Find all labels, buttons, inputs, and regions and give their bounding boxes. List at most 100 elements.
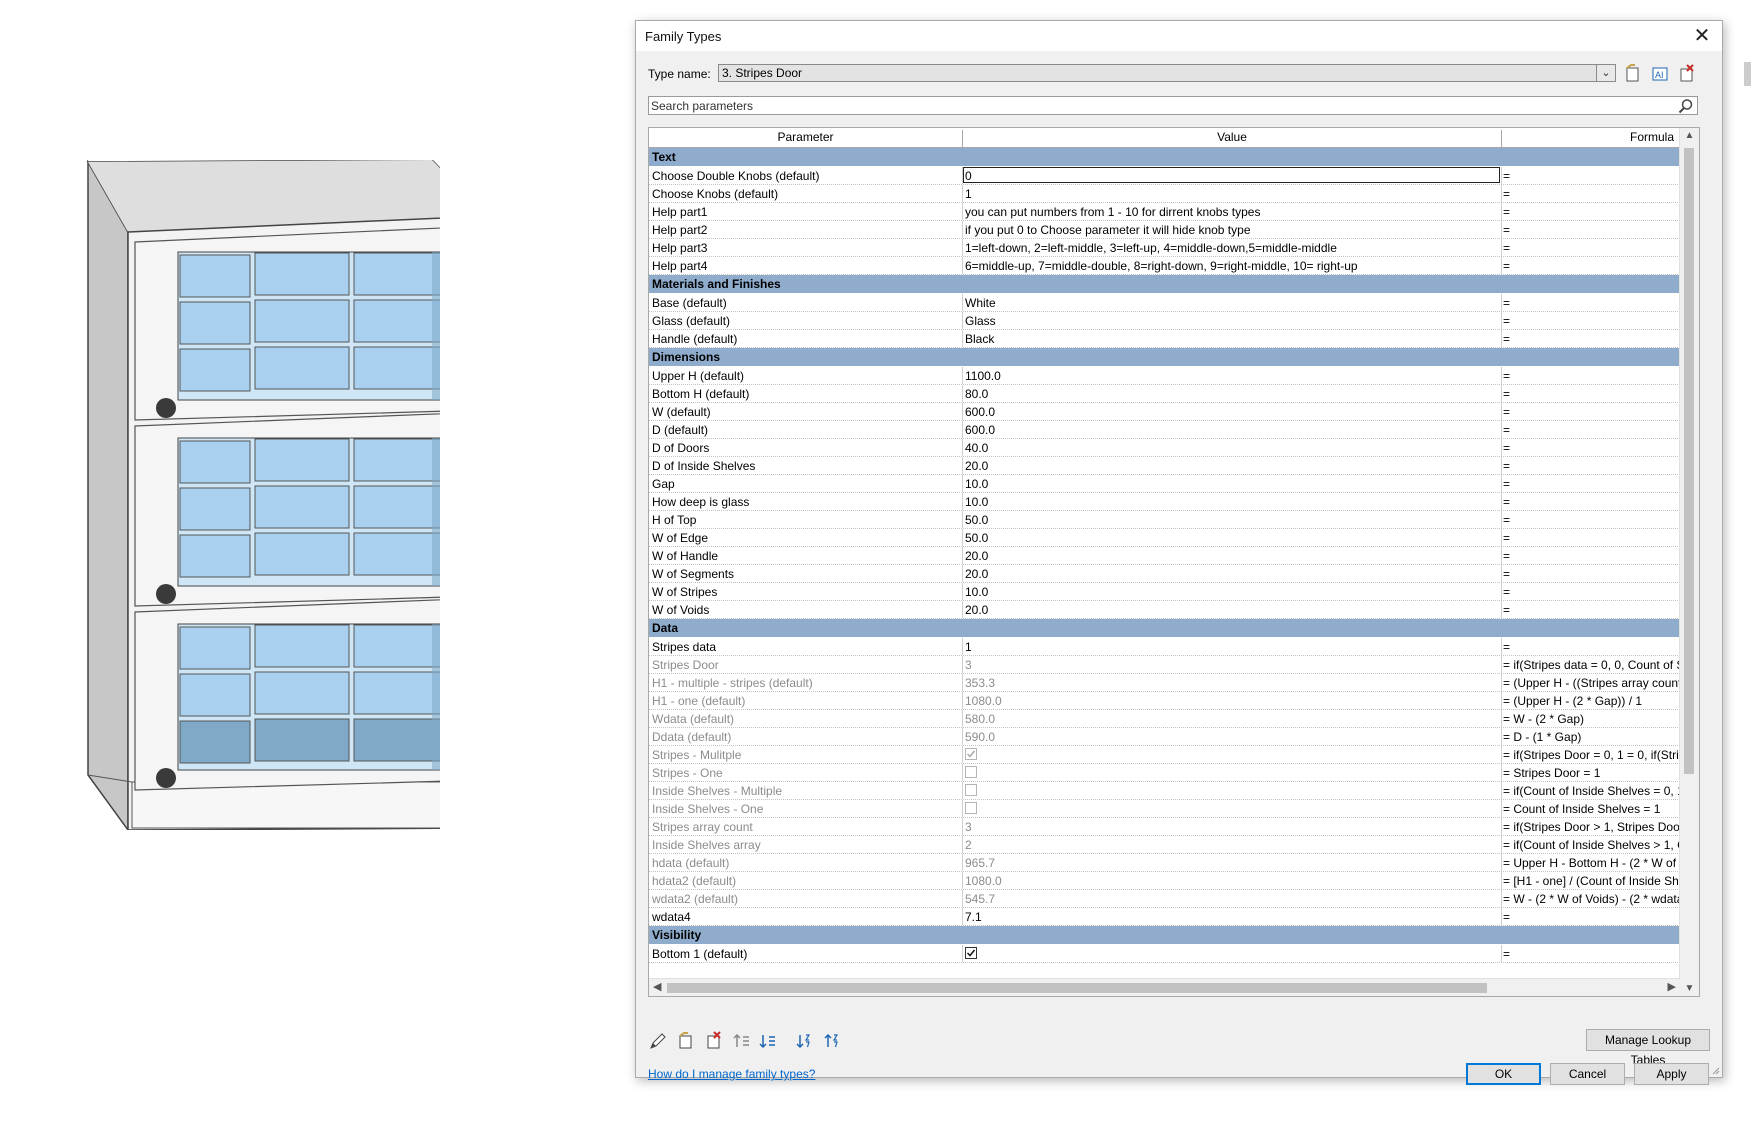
table-row[interactable]: W of Segments 20.0 =	[649, 565, 1680, 583]
group-header-dimensions[interactable]: Dimensions	[649, 348, 1680, 367]
type-name-label: Type name:	[648, 67, 711, 81]
table-row[interactable]: W of Voids 20.0 =	[649, 601, 1680, 619]
table-row[interactable]: Inside Shelves - Multiple = if(Count of …	[649, 782, 1680, 800]
table-row[interactable]: Inside Shelves - One = Count of Inside S…	[649, 800, 1680, 818]
checkbox-checked[interactable]	[965, 947, 977, 959]
table-row[interactable]: hdata2 (default) 1080.0 = [H1 - one] / (Co…	[649, 872, 1680, 890]
table-row[interactable]: Gap 10.0 =	[649, 475, 1680, 493]
checkbox-unchecked[interactable]	[965, 766, 977, 778]
table-row[interactable]: D of Doors 40.0 =	[649, 439, 1680, 457]
help-link[interactable]: How do I manage family types?	[648, 1067, 815, 1081]
table-row[interactable]: Stripes Door 3 = if(Stripes data = 0, 0, C…	[649, 656, 1680, 674]
table-row[interactable]: W of Handle 20.0 =	[649, 547, 1680, 565]
ok-button[interactable]: OK	[1466, 1063, 1541, 1085]
table-row[interactable]: W of Edge 50.0 =	[649, 529, 1680, 547]
search-parameters-field[interactable]	[648, 96, 1698, 115]
table-row[interactable]: H1 - multiple - stripes (default) 353.3 = …	[649, 674, 1680, 692]
delete-type-icon[interactable]	[1676, 63, 1698, 85]
table-row[interactable]: wdata4 7.1 =	[649, 908, 1680, 926]
type-name-value: 3. Stripes Door	[722, 66, 803, 80]
table-row[interactable]: Choose Double Knobs (default) 0 =	[649, 167, 1680, 185]
background-window-edge	[1744, 62, 1751, 86]
manage-lookup-tables-button[interactable]: Manage Lookup Tables	[1586, 1029, 1710, 1067]
parameters-grid: Parameter Value Formula Text Choose Doub…	[648, 127, 1700, 997]
horizontal-scrollbar[interactable]: ◀ ▶	[649, 978, 1680, 996]
table-row[interactable]: Help part3 1=left-down, 2=left-middle, 3=…	[649, 239, 1680, 257]
table-row[interactable]: Stripes array count 3 = if(Stripes Door > …	[649, 818, 1680, 836]
dialog-title: Family Types	[645, 29, 722, 44]
table-row[interactable]: Help part4 6=middle-up, 7=middle-double, …	[649, 257, 1680, 275]
header-value[interactable]: Value	[963, 130, 1501, 144]
table-row[interactable]: D of Inside Shelves 20.0 =	[649, 457, 1680, 475]
search-input[interactable]	[651, 97, 1671, 114]
cabinet-door-1	[134, 227, 440, 421]
sort-ascending-icon[interactable]	[794, 1031, 814, 1051]
table-row[interactable]: Wdata (default) 580.0 = W - (2 * Gap)	[649, 710, 1680, 728]
table-row[interactable]: wdata2 (default) 545.7 = W - (2 * W of Voi…	[649, 890, 1680, 908]
table-row[interactable]: Inside Shelves array 2 = if(Count of Insid…	[649, 836, 1680, 854]
table-row[interactable]: Base (default) White =	[649, 294, 1680, 312]
grid-header: Parameter Value Formula	[649, 128, 1699, 149]
table-row[interactable]: Bottom H (default) 80.0 =	[649, 385, 1680, 403]
type-name-dropdown[interactable]: 3. Stripes Door ⌄	[718, 64, 1616, 82]
table-row[interactable]: Stripes data 1 =	[649, 638, 1680, 656]
group-header-data[interactable]: Data	[649, 619, 1680, 638]
table-row[interactable]: Glass (default) Glass =	[649, 312, 1680, 330]
checkbox-checked[interactable]	[965, 748, 977, 760]
rename-type-icon[interactable]: AI	[1649, 63, 1671, 85]
group-header-materials[interactable]: Materials and Finishes	[649, 275, 1680, 294]
new-parameter-icon[interactable]	[676, 1031, 696, 1051]
table-row[interactable]: D (default) 600.0 =	[649, 421, 1680, 439]
table-row[interactable]: Choose Knobs (default) 1 =	[649, 185, 1680, 203]
header-formula[interactable]: Formula	[1502, 130, 1680, 144]
checkbox-unchecked[interactable]	[965, 784, 977, 796]
door-knob	[156, 398, 176, 418]
table-row[interactable]: Ddata (default) 590.0 = D - (1 * Gap)	[649, 728, 1680, 746]
cabinet-door-3	[134, 599, 440, 791]
table-row[interactable]: Stripes - Mulitple = if(Stripes Door = 0…	[649, 746, 1680, 764]
table-row[interactable]: Bottom 1 (default) =	[649, 945, 1680, 963]
table-row[interactable]: Help part2 if you put 0 to Choose paramet…	[649, 221, 1680, 239]
scroll-thumb[interactable]	[667, 983, 1487, 993]
cabinet-door-2	[134, 413, 440, 607]
cabinet-side	[87, 160, 129, 830]
search-icon[interactable]	[1678, 98, 1694, 114]
delete-parameter-icon[interactable]	[704, 1031, 724, 1051]
cabinet-3d-model	[86, 160, 440, 830]
table-row[interactable]: W (default) 600.0 =	[649, 403, 1680, 421]
apply-button[interactable]: Apply	[1634, 1063, 1709, 1085]
dialog-titlebar: Family Types ✕	[636, 21, 1722, 51]
group-header-visibility[interactable]: Visibility	[649, 926, 1680, 945]
table-row[interactable]: Help part1 you can put numbers from 1 - 1…	[649, 203, 1680, 221]
new-type-icon[interactable]	[1622, 63, 1644, 85]
resize-grip-icon[interactable]	[1712, 1067, 1720, 1075]
sort-descending-icon[interactable]	[822, 1031, 842, 1051]
table-row[interactable]: Stripes - One = Stripes Door = 1	[649, 764, 1680, 782]
move-up-icon[interactable]	[732, 1031, 752, 1051]
table-row[interactable]: H1 - one (default) 1080.0 = (Upper H - (2 …	[649, 692, 1680, 710]
table-row[interactable]: How deep is glass 10.0 =	[649, 493, 1680, 511]
checkbox-unchecked[interactable]	[965, 802, 977, 814]
cancel-button[interactable]: Cancel	[1550, 1063, 1625, 1085]
close-icon[interactable]: ✕	[1690, 24, 1714, 48]
scroll-up-icon[interactable]: ▲	[1680, 130, 1699, 141]
scroll-thumb[interactable]	[1684, 148, 1694, 774]
door-knob	[156, 768, 176, 788]
table-row[interactable]: W of Stripes 10.0 =	[649, 583, 1680, 601]
edit-parameter-icon[interactable]	[648, 1031, 668, 1051]
table-row[interactable]: H of Top 50.0 =	[649, 511, 1680, 529]
scroll-down-icon[interactable]: ▼	[1680, 983, 1699, 994]
vertical-scrollbar[interactable]: ▲ ▼	[1679, 128, 1699, 996]
table-row[interactable]: Upper H (default) 1100.0 =	[649, 367, 1680, 385]
group-header-text[interactable]: Text	[649, 148, 1680, 167]
scroll-right-icon[interactable]: ▶	[1668, 980, 1676, 993]
family-types-dialog: Family Types ✕ Type name: 3. Stripes Doo…	[635, 20, 1723, 1085]
door-knob	[156, 584, 176, 604]
svg-text:AI: AI	[1655, 70, 1664, 80]
table-row[interactable]: hdata (default) 965.7 = Upper H - Bottom H…	[649, 854, 1680, 872]
table-row[interactable]: Handle (default) Black =	[649, 330, 1680, 348]
chevron-down-icon[interactable]: ⌄	[1596, 65, 1615, 81]
scroll-left-icon[interactable]: ◀	[653, 980, 661, 993]
move-down-icon[interactable]	[758, 1031, 778, 1051]
header-parameter[interactable]: Parameter	[649, 130, 962, 144]
